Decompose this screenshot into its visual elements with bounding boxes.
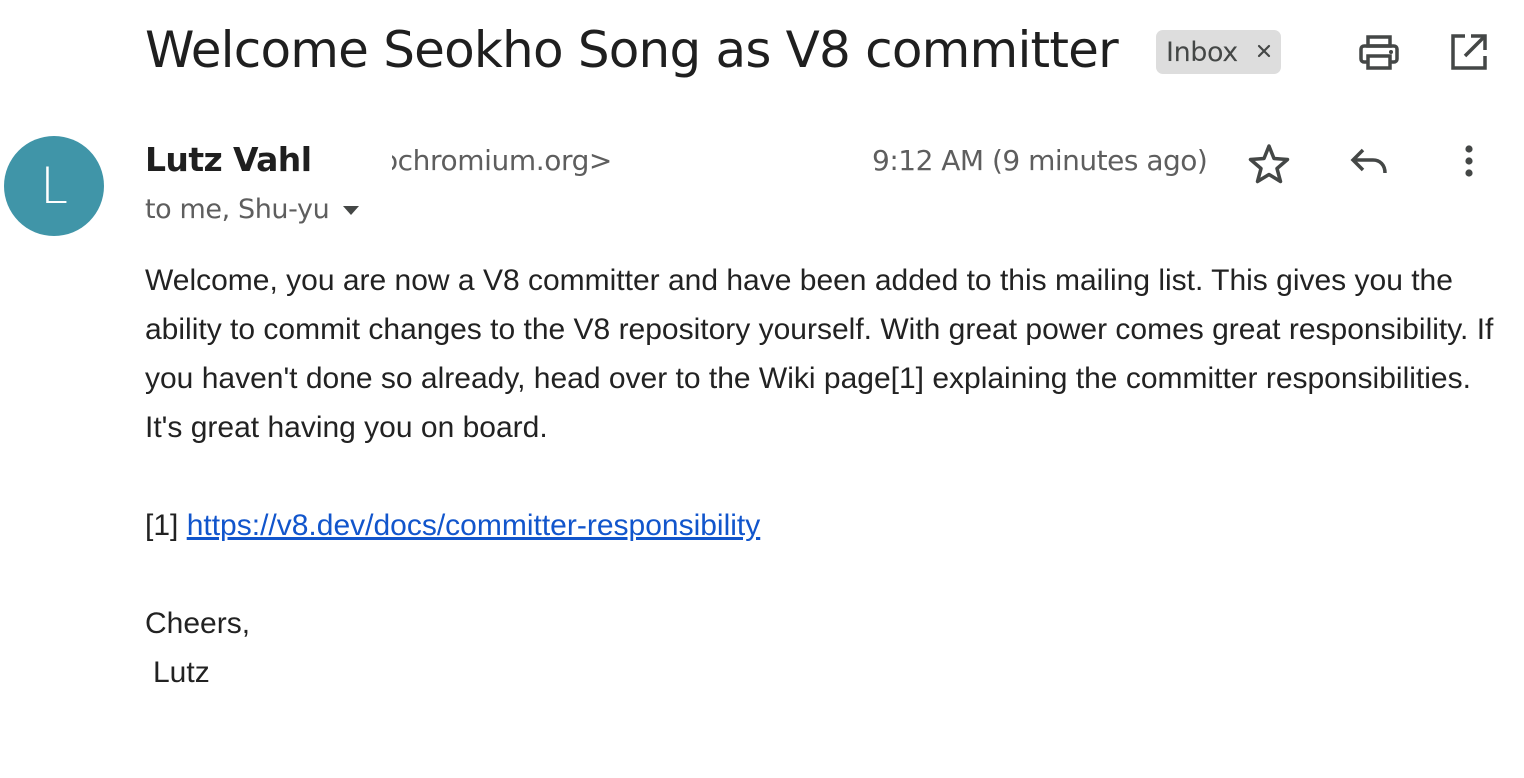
message-body: Welcome, you are now a V8 committer and … <box>145 256 1515 697</box>
reply-icon[interactable] <box>1345 138 1393 186</box>
message-timestamp: 9:12 AM (9 minutes ago) <box>872 144 1208 177</box>
recipients-line: to me, Shu-yu <box>145 194 365 225</box>
body-paragraph: Welcome, you are now a V8 committer and … <box>145 264 1494 444</box>
more-vert-icon[interactable] <box>1445 138 1493 186</box>
sender-email: ɔchromium.org> <box>392 144 612 177</box>
recipients-text: to me, Shu-yu <box>145 194 330 225</box>
print-icon[interactable] <box>1355 28 1403 76</box>
committer-responsibility-link[interactable]: https://v8.dev/docs/committer-responsibi… <box>187 509 761 542</box>
star-icon[interactable] <box>1245 140 1293 188</box>
close-icon[interactable] <box>1254 41 1274 61</box>
label-text: Inbox <box>1166 36 1238 68</box>
sender-name: Lutz Vahl <box>145 140 312 179</box>
email-subject: Welcome Seokho Song as V8 committer <box>145 21 1119 79</box>
caret-down-icon[interactable] <box>337 196 365 224</box>
open-in-new-icon[interactable] <box>1445 28 1493 76</box>
reference-line: [1] https://v8.dev/docs/committer-respon… <box>145 501 1515 550</box>
sender-avatar: L <box>4 136 104 236</box>
signature-text: Lutz <box>153 656 210 689</box>
closing-text: Cheers, <box>145 607 251 640</box>
inbox-label-chip[interactable]: Inbox <box>1156 30 1281 74</box>
reference-prefix: [1] <box>145 509 179 542</box>
